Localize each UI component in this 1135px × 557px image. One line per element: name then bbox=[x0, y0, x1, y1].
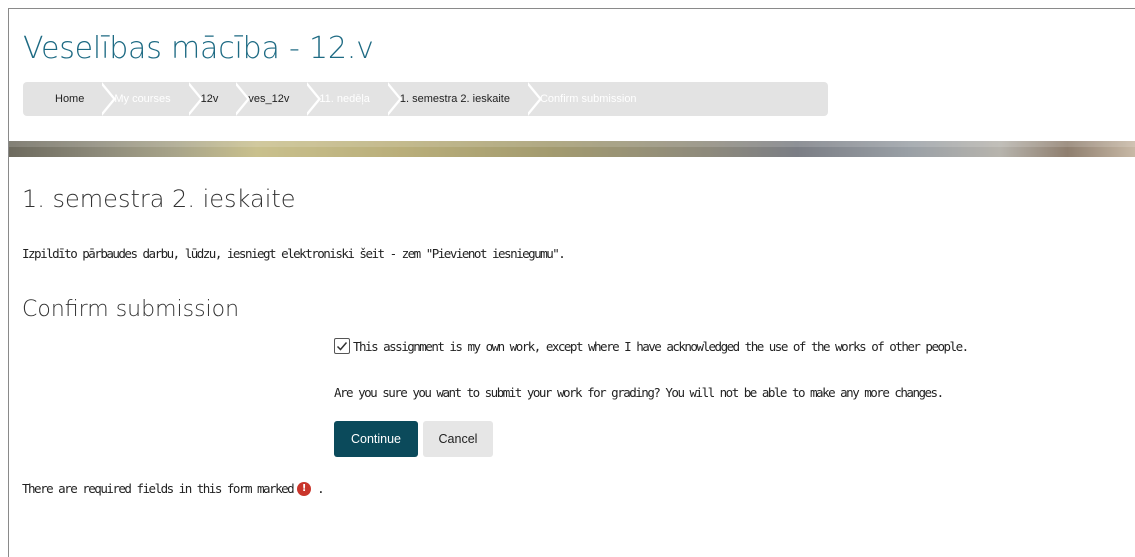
submission-statement-row[interactable]: This assignment is my own work, except w… bbox=[334, 338, 969, 354]
continue-button[interactable]: Continue bbox=[334, 421, 418, 457]
breadcrumb-separator bbox=[524, 82, 539, 116]
breadcrumb-link[interactable]: ves_12v bbox=[248, 93, 289, 105]
breadcrumb-separator bbox=[185, 82, 200, 116]
course-title: Veselības mācība - 12.v bbox=[23, 31, 374, 66]
required-note-text: There are required fields in this form m… bbox=[22, 481, 295, 496]
breadcrumb-separator bbox=[304, 82, 319, 116]
confirm-question: Are you sure you want to submit your wor… bbox=[334, 385, 944, 400]
breadcrumb-link[interactable]: My courses bbox=[114, 93, 170, 105]
exclamation-circle-icon: ! bbox=[297, 481, 312, 496]
breadcrumb-link[interactable]: Confirm submission bbox=[540, 93, 637, 105]
breadcrumb-item[interactable]: 1. semestra 2. ieskaite bbox=[384, 82, 542, 116]
breadcrumb: Home My courses 12v ves_12v 11. nedēļa 1. sem… bbox=[23, 82, 828, 116]
section-heading: Confirm submission bbox=[22, 297, 240, 322]
breadcrumb-separator bbox=[384, 82, 399, 116]
breadcrumb-item[interactable]: Confirm submission bbox=[524, 82, 651, 116]
required-fields-note: There are required fields in this form m… bbox=[22, 481, 325, 496]
breadcrumb-link[interactable]: Home bbox=[55, 93, 84, 105]
breadcrumb-link[interactable]: 11. nedēļa bbox=[319, 93, 370, 105]
page-title: 1. semestra 2. ieskaite bbox=[22, 185, 296, 213]
breadcrumb-item[interactable]: Home bbox=[23, 82, 117, 116]
assignment-description: Izpildīto pārbaudes darbu, lūdzu, iesnie… bbox=[22, 246, 566, 261]
required-note-suffix: . bbox=[317, 481, 325, 496]
page-header: Veselības mācība - 12.v Home My courses 12… bbox=[9, 9, 1135, 142]
breadcrumb-link[interactable]: 12v bbox=[201, 93, 219, 105]
breadcrumb-separator bbox=[99, 82, 114, 116]
cancel-button[interactable]: Cancel bbox=[423, 421, 493, 457]
submission-statement-label: This assignment is my own work, except w… bbox=[353, 338, 969, 354]
checkmark-icon bbox=[336, 342, 348, 351]
breadcrumb-separator bbox=[233, 82, 248, 116]
submission-statement-checkbox[interactable] bbox=[334, 338, 350, 354]
breadcrumb-link[interactable]: 1. semestra 2. ieskaite bbox=[400, 93, 510, 105]
header-banner-image bbox=[9, 141, 1135, 157]
